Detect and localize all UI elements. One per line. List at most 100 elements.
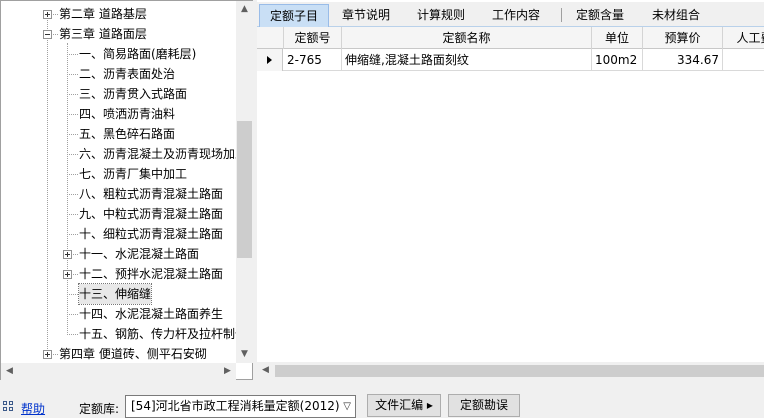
tree-section-node[interactable]: 六、沥青混凝土及沥青现场加工	[1, 144, 237, 164]
tree-connector	[67, 154, 78, 155]
file-compilation-button[interactable]: 文件汇编 ▸	[367, 394, 441, 417]
tree-section-node[interactable]: 十四、水泥混凝土路面养生	[1, 304, 237, 324]
tab-quota-items[interactable]: 定额子目	[259, 4, 329, 27]
tree-node-label: 六、沥青混凝土及沥青现场加工	[79, 147, 237, 161]
tree-section-node[interactable]: 十一、水泥混凝土路面	[1, 244, 237, 264]
tree-node-label: 十二、预拌水泥混凝土路面	[79, 267, 224, 281]
tree-node-label: 一、简易路面(磨耗层)	[79, 47, 197, 61]
grid-header: 定额号 定额名称 单位 预算价 人工费	[257, 27, 764, 49]
tree-connector	[53, 354, 58, 355]
scroll-left-arrow-icon[interactable]: ◀	[257, 362, 274, 380]
help-link[interactable]: 帮助	[21, 400, 45, 417]
tab-bar: 定额子目 章节说明 计算规则 工作内容 定额含量 未材组合	[257, 2, 764, 27]
tree-connector	[73, 254, 78, 255]
bottom-toolbar: 帮助 定额库: [54]河北省市政工程消耗量定额(2012) ▽ 文件汇编 ▸ …	[0, 388, 764, 418]
tree-node-label: 十三、伸缩缝	[77, 283, 153, 305]
collapse-minus-icon[interactable]	[43, 30, 52, 39]
tree-connector	[67, 214, 78, 215]
expand-plus-icon[interactable]	[43, 350, 52, 359]
grid-horizontal-scrollbar[interactable]: ◀	[257, 362, 764, 380]
cell-price[interactable]: 334.67	[643, 49, 723, 71]
tree-node-label: 第四章 便道砖、侧平石安砌	[59, 347, 207, 361]
tree-vertical-scrollbar[interactable]: ▲ ▼	[236, 1, 253, 363]
tree-connector	[53, 14, 58, 15]
header-code[interactable]: 定额号	[284, 27, 342, 49]
scroll-right-arrow-icon[interactable]: ▶	[219, 363, 236, 380]
tree-connector	[67, 94, 78, 95]
tree-connector	[67, 114, 78, 115]
tree-node-label: 四、喷洒沥青油料	[79, 107, 176, 121]
header-unit[interactable]: 单位	[592, 27, 643, 49]
tree-connector	[67, 54, 78, 55]
quota-errata-button[interactable]: 定额勘误	[448, 394, 520, 417]
tree-node-label: 十五、钢筋、传力杆及拉杆制作	[79, 327, 237, 341]
tree-section-node[interactable]: 十二、预拌水泥混凝土路面	[1, 264, 237, 284]
header-blank	[257, 27, 284, 49]
tab-work-content[interactable]: 工作内容	[483, 4, 549, 27]
tab-separator	[561, 8, 562, 22]
tree-node-label: 五、黑色碎石路面	[79, 127, 176, 141]
tree-node-label: 二、沥青表面处治	[79, 67, 176, 81]
tree-horizontal-scrollbar[interactable]: ◀ ▶	[1, 363, 236, 380]
table-row[interactable]: 2-765 伸缩缝,混凝土路面刻纹 100m2 334.67 54	[257, 49, 764, 71]
grid-layout-icon[interactable]	[3, 401, 15, 413]
tree-connector	[53, 34, 58, 35]
tree-section-node[interactable]: 十三、伸缩缝	[1, 283, 237, 305]
scroll-down-arrow-icon[interactable]: ▼	[236, 346, 253, 363]
tree-node-label: 三、沥青贯入式路面	[79, 87, 188, 101]
tree-node-label: 第三章 道路面层	[59, 27, 147, 41]
tree-connector	[67, 334, 78, 335]
quota-library-value: [54]河北省市政工程消耗量定额(2012)	[131, 399, 340, 413]
quota-library-select[interactable]: [54]河北省市政工程消耗量定额(2012) ▽	[125, 395, 356, 418]
tree-section-node[interactable]: 十五、钢筋、传力杆及拉杆制作	[1, 324, 237, 344]
tree-node-label: 七、沥青厂集中加工	[79, 167, 188, 181]
tab-calc-rules[interactable]: 计算规则	[407, 4, 475, 27]
tree-chapter-node[interactable]: 第二章 道路基层	[1, 4, 237, 24]
scroll-up-arrow-icon[interactable]: ▲	[236, 1, 253, 18]
chevron-down-icon[interactable]: ▽	[343, 396, 351, 417]
tree-connector	[73, 274, 78, 275]
tree-connector	[67, 134, 78, 135]
tree-section-node[interactable]: 九、中粒式沥青混凝土路面	[1, 204, 237, 224]
tree-connector	[67, 234, 78, 235]
header-labor[interactable]: 人工费	[723, 27, 764, 49]
tree-connector	[67, 294, 78, 295]
tree-section-node[interactable]: 七、沥青厂集中加工	[1, 164, 237, 184]
current-row-indicator-icon	[257, 49, 283, 71]
tree-node-label: 九、中粒式沥青混凝土路面	[79, 207, 224, 221]
header-name[interactable]: 定额名称	[342, 27, 592, 49]
tree-scroll-thumb[interactable]	[237, 121, 252, 258]
quota-detail-panel: 定额子目 章节说明 计算规则 工作内容 定额含量 未材组合 定额号 定额名称 单…	[257, 0, 764, 380]
tree-node-label: 十、细粒式沥青混凝土路面	[79, 227, 224, 241]
tab-material-combo[interactable]: 未材组合	[643, 4, 709, 27]
expand-plus-icon[interactable]	[63, 270, 72, 279]
cell-unit[interactable]: 100m2	[592, 49, 643, 71]
tab-chapter-notes[interactable]: 章节说明	[333, 4, 399, 27]
tree-node-label: 十四、水泥混凝土路面养生	[79, 307, 224, 321]
tree-connector	[67, 74, 78, 75]
quota-library-label: 定额库:	[79, 402, 120, 416]
tree-section-node[interactable]: 一、简易路面(磨耗层)	[1, 44, 237, 64]
tree-connector	[67, 174, 78, 175]
header-price[interactable]: 预算价	[643, 27, 723, 49]
tree-node-label: 八、粗粒式沥青混凝土路面	[79, 187, 224, 201]
chapter-tree: 第二章 道路基层 第三章 道路面层一、简易路面(磨耗层) 二、沥青表面处治 三、沥青贯…	[1, 1, 237, 363]
scroll-left-arrow-icon[interactable]: ◀	[1, 363, 18, 380]
cell-labor[interactable]: 54	[723, 49, 764, 71]
tree-section-node[interactable]: 十、细粒式沥青混凝土路面	[1, 224, 237, 244]
tree-chapter-node[interactable]: 第四章 便道砖、侧平石安砌	[1, 344, 237, 363]
cell-code[interactable]: 2-765	[284, 49, 342, 71]
expand-plus-icon[interactable]	[63, 250, 72, 259]
tree-node-label: 十一、水泥混凝土路面	[79, 247, 200, 261]
tree-section-node[interactable]: 五、黑色碎石路面	[1, 124, 237, 144]
tree-chapter-node[interactable]: 第三章 道路面层	[1, 24, 237, 44]
tree-section-node[interactable]: 八、粗粒式沥青混凝土路面	[1, 184, 237, 204]
tree-section-node[interactable]: 三、沥青贯入式路面	[1, 84, 237, 104]
expand-plus-icon[interactable]	[43, 10, 52, 19]
tab-quota-content[interactable]: 定额含量	[567, 4, 633, 27]
tree-node-label: 第二章 道路基层	[59, 7, 147, 21]
tree-section-node[interactable]: 二、沥青表面处治	[1, 64, 237, 84]
grid-scroll-thumb[interactable]	[275, 365, 764, 377]
tree-section-node[interactable]: 四、喷洒沥青油料	[1, 104, 237, 124]
cell-name[interactable]: 伸缩缝,混凝土路面刻纹	[342, 49, 592, 71]
